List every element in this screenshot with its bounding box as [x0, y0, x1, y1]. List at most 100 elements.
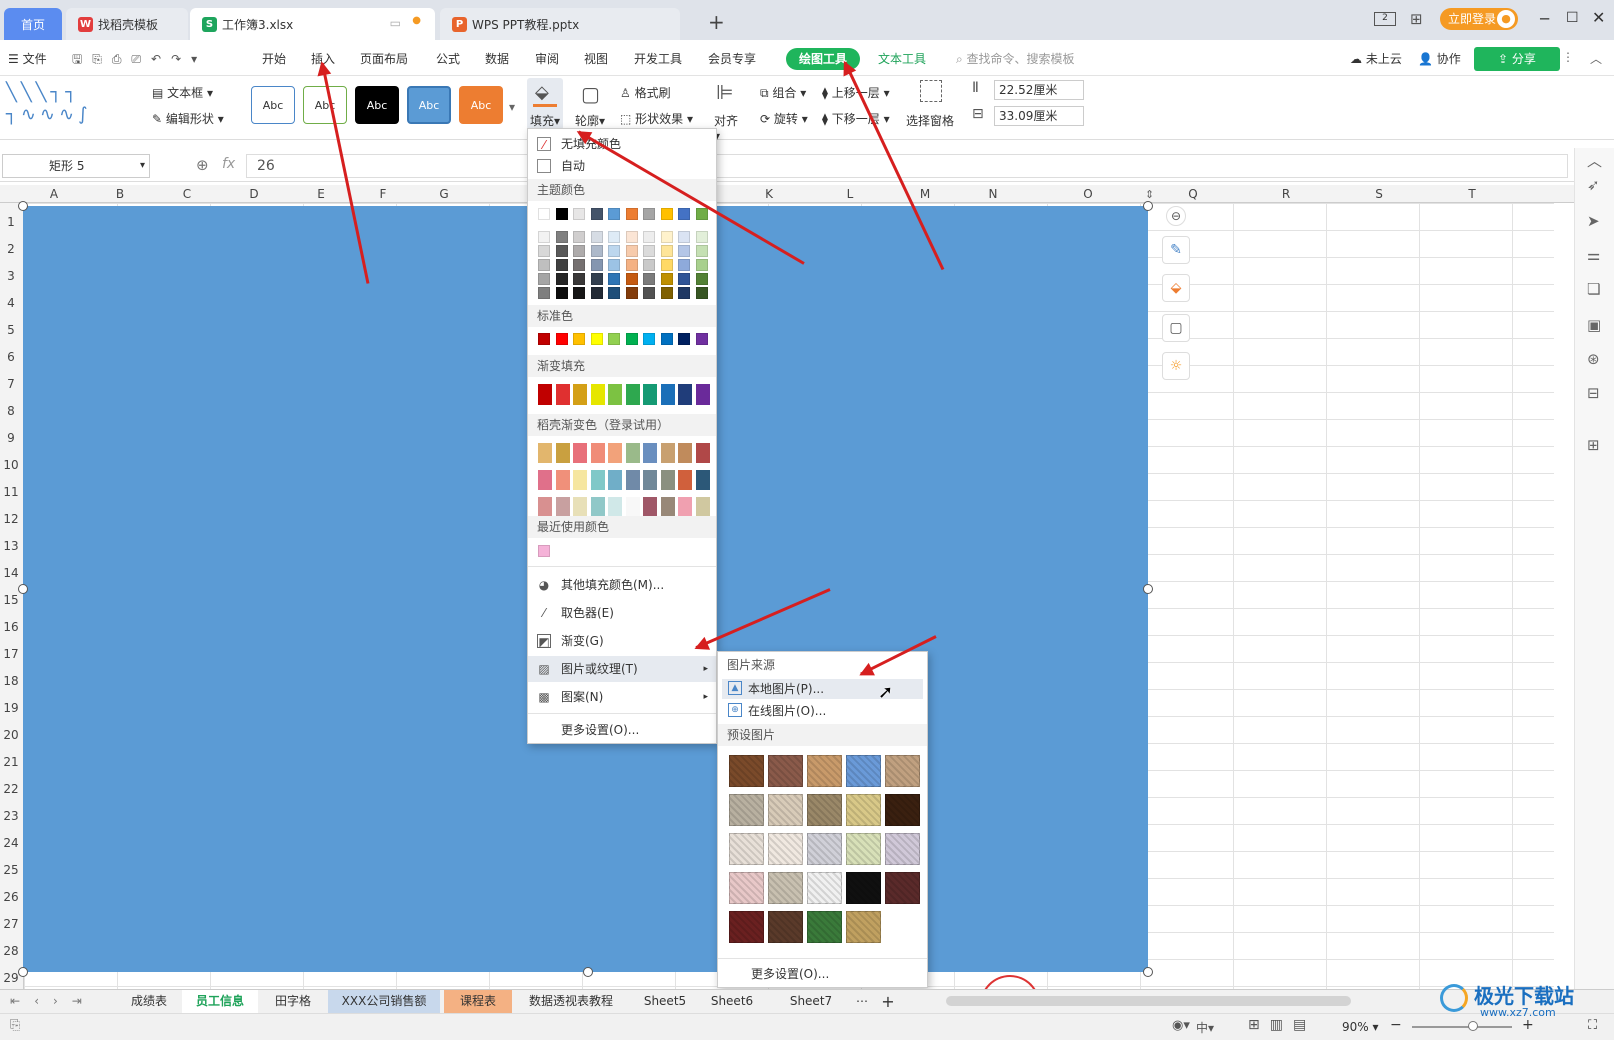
color-swatch[interactable] — [555, 497, 570, 517]
fx-icon[interactable]: fx — [222, 156, 235, 172]
color-swatch[interactable] — [538, 245, 550, 257]
color-swatch[interactable] — [660, 287, 673, 299]
texture-swatch[interactable] — [729, 833, 764, 865]
row-label[interactable]: 25 — [0, 863, 22, 877]
color-swatch[interactable] — [643, 273, 655, 285]
texture-swatch[interactable] — [846, 911, 881, 943]
texture-swatch[interactable] — [768, 833, 803, 865]
texture-swatch[interactable] — [807, 755, 842, 787]
color-swatch[interactable] — [538, 273, 550, 285]
color-swatch[interactable] — [590, 384, 605, 405]
fullscreen-icon[interactable]: ⛶ — [1588, 1018, 1597, 1033]
color-swatch[interactable] — [678, 497, 692, 517]
compass-icon[interactable]: ⊛ — [1587, 350, 1600, 368]
color-swatch[interactable] — [608, 333, 620, 345]
texture-swatch[interactable] — [768, 872, 803, 904]
shape-width-input[interactable]: 33.09厘米 — [994, 106, 1084, 126]
texture-swatch[interactable] — [807, 833, 842, 865]
color-swatch[interactable] — [538, 470, 552, 490]
row-label[interactable]: 9 — [0, 431, 22, 445]
color-swatch[interactable] — [625, 231, 638, 243]
text-tools-tab[interactable]: 文本工具 — [878, 50, 926, 67]
row-label[interactable]: 1 — [0, 215, 22, 229]
tab-docer-template[interactable]: W 找稻壳模板 — [66, 8, 188, 40]
color-swatch[interactable] — [590, 231, 603, 243]
row-label[interactable]: 23 — [0, 809, 22, 823]
color-swatch[interactable] — [538, 333, 550, 345]
collapse-icon[interactable]: ⊖ — [1166, 206, 1186, 226]
menu-start[interactable]: 开始 — [262, 50, 286, 67]
close-icon[interactable]: ✕ — [1592, 8, 1605, 27]
shape-style-4[interactable]: Abc — [407, 86, 451, 124]
input-method[interactable]: 中▾ — [1196, 1019, 1214, 1036]
view-mode-buttons[interactable]: ⊞▥▤ — [1248, 1017, 1316, 1033]
color-swatch[interactable] — [608, 273, 620, 285]
column-label[interactable]: C — [177, 187, 197, 201]
layout-icon[interactable]: 2 — [1374, 12, 1396, 26]
texture-swatch[interactable] — [885, 794, 920, 826]
color-swatch[interactable] — [643, 259, 655, 271]
color-swatch[interactable] — [643, 208, 655, 220]
row-label[interactable]: 16 — [0, 620, 22, 634]
sheet-tab-active[interactable]: 员工信息 — [182, 990, 258, 1013]
row-label[interactable]: 20 — [0, 728, 22, 742]
color-swatch[interactable] — [678, 470, 692, 490]
color-swatch[interactable] — [538, 545, 550, 557]
sheet-tab[interactable]: 成绩表 — [118, 990, 180, 1013]
table-icon[interactable]: ⊞ — [1587, 436, 1600, 454]
color-swatch[interactable] — [555, 259, 568, 271]
shape-style-5[interactable]: Abc — [459, 86, 503, 124]
color-swatch[interactable] — [573, 497, 587, 517]
color-swatch[interactable] — [573, 333, 585, 345]
sheet-tab[interactable]: Sheet7 — [780, 990, 842, 1013]
resize-handle[interactable] — [18, 584, 28, 594]
color-swatch[interactable] — [590, 245, 603, 257]
color-swatch[interactable] — [625, 333, 638, 345]
shape-height-input[interactable]: 22.52厘米 — [994, 80, 1084, 100]
row-label[interactable]: 19 — [0, 701, 22, 715]
shape-style-1[interactable]: Abc — [251, 86, 295, 124]
color-swatch[interactable] — [660, 384, 675, 405]
color-swatch[interactable] — [678, 245, 690, 257]
column-label[interactable]: G — [434, 187, 454, 201]
color-swatch[interactable] — [555, 470, 570, 490]
menu-view[interactable]: 视图 — [584, 50, 608, 67]
picture-or-texture-item[interactable]: ▨ 图片或纹理(T) ▸ — [528, 656, 716, 682]
color-swatch[interactable] — [695, 497, 710, 517]
color-swatch[interactable] — [625, 443, 640, 463]
color-swatch[interactable] — [643, 287, 655, 299]
color-swatch[interactable] — [608, 287, 620, 299]
texture-swatch[interactable] — [846, 755, 881, 787]
color-swatch[interactable] — [660, 497, 675, 517]
send-backward-button[interactable]: ⧫ 下移一层 ▾ — [822, 110, 890, 127]
row-label[interactable]: 28 — [0, 944, 22, 958]
color-swatch[interactable] — [573, 287, 585, 299]
lightbulb-icon[interactable]: ☼ — [1162, 352, 1190, 380]
shape-lines-gallery[interactable]: ╲╲╲┐┐ ┐∿∿∿∫ — [6, 82, 136, 130]
color-swatch[interactable] — [538, 287, 550, 299]
color-swatch[interactable] — [608, 497, 622, 517]
rotate-button[interactable]: ⟳ 旋转 ▾ — [760, 110, 808, 127]
color-swatch[interactable] — [590, 208, 603, 220]
outline-button[interactable]: ▢ 轮廓▾ — [575, 78, 615, 130]
resize-handle[interactable] — [1143, 584, 1153, 594]
color-swatch[interactable] — [695, 384, 710, 405]
color-swatch[interactable] — [678, 333, 690, 345]
color-swatch[interactable] — [643, 470, 657, 490]
tab-workbook[interactable]: S 工作簿3.xlsx ▭ ● — [190, 8, 435, 40]
resize-handle[interactable] — [583, 967, 593, 977]
row-label[interactable]: 21 — [0, 755, 22, 769]
texture-swatch[interactable] — [846, 872, 881, 904]
sheet-tab[interactable]: 课程表 — [444, 990, 512, 1013]
color-swatch[interactable] — [555, 208, 568, 220]
row-label[interactable]: 15 — [0, 593, 22, 607]
color-swatch[interactable] — [660, 443, 675, 463]
column-label[interactable]: D — [244, 187, 264, 201]
color-swatch[interactable] — [608, 231, 620, 243]
texture-swatch[interactable] — [885, 755, 920, 787]
color-swatch[interactable] — [695, 443, 710, 463]
color-swatch[interactable] — [625, 384, 640, 405]
color-swatch[interactable] — [555, 384, 570, 405]
color-swatch[interactable] — [590, 333, 603, 345]
color-swatch[interactable] — [625, 273, 638, 285]
